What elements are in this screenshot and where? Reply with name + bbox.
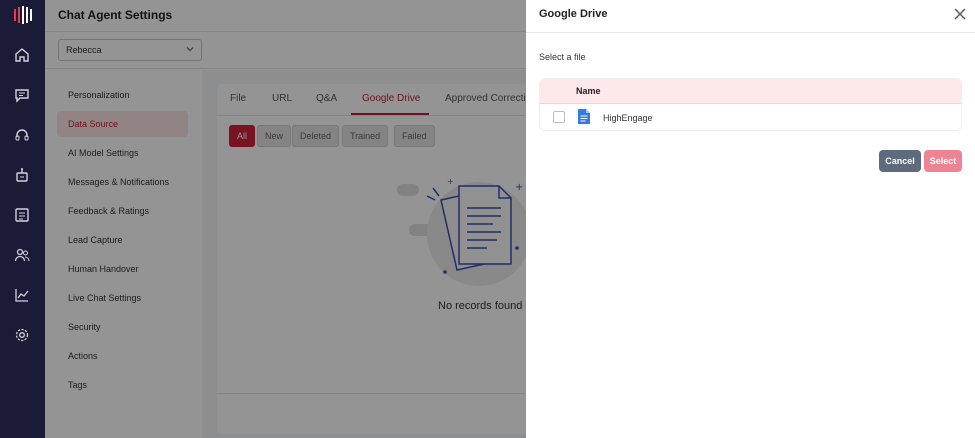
modal-backdrop[interactable]: [45, 0, 526, 438]
select-button[interactable]: Select: [924, 150, 962, 172]
bot-icon[interactable]: [12, 165, 32, 185]
drawer-title: Google Drive: [539, 8, 608, 20]
logo-icon[interactable]: [13, 6, 33, 24]
cancel-button[interactable]: Cancel: [879, 150, 921, 172]
home-icon[interactable]: [12, 45, 32, 65]
table-row[interactable]: HighEngage: [540, 104, 961, 130]
google-drive-drawer: Google Drive Select a file Name HighEnga…: [526, 0, 975, 438]
file-checkbox[interactable]: [553, 111, 565, 123]
chat-icon[interactable]: [12, 85, 32, 105]
select-file-label: Select a file: [539, 52, 586, 62]
google-doc-icon: [578, 109, 590, 124]
icon-rail: [0, 0, 45, 438]
report-icon[interactable]: [12, 205, 32, 225]
headset-icon[interactable]: [12, 125, 32, 145]
file-name: HighEngage: [603, 113, 653, 123]
column-header-name: Name: [576, 86, 601, 96]
file-table-header: Name: [540, 79, 961, 104]
analytics-icon[interactable]: [12, 285, 32, 305]
settings-icon[interactable]: [12, 325, 32, 345]
users-icon[interactable]: [12, 245, 32, 265]
drawer-header: Google Drive: [526, 0, 975, 33]
file-table: Name HighEngage: [539, 78, 962, 131]
close-icon[interactable]: [953, 7, 967, 21]
